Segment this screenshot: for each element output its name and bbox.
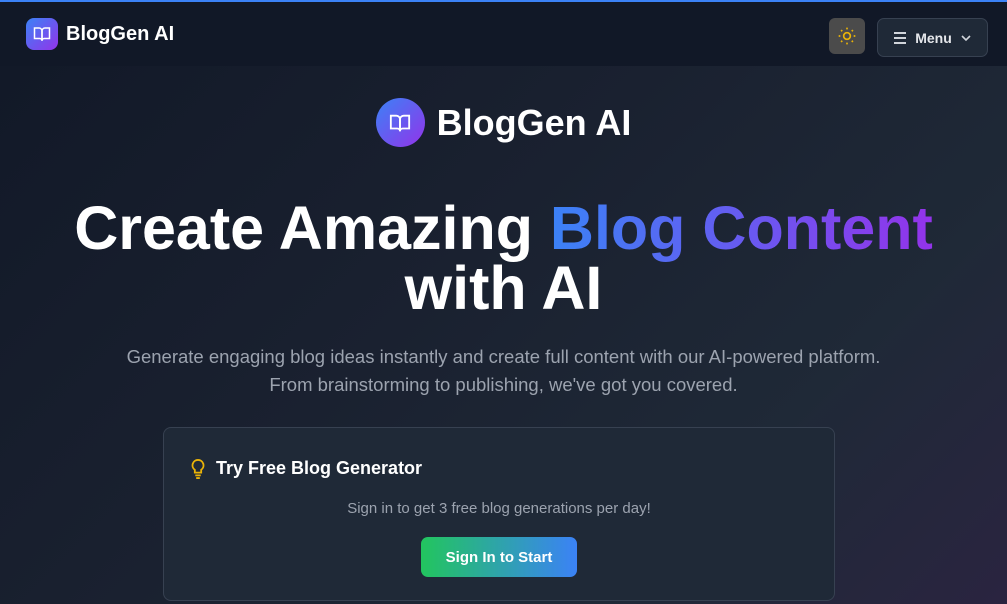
- lightbulb-icon: [191, 458, 205, 479]
- hero-logo: BlogGen AI: [0, 98, 1007, 147]
- book-open-icon: [375, 98, 425, 147]
- top-nav: BlogGen AI Menu: [0, 2, 1007, 66]
- theme-toggle-button[interactable]: [829, 18, 865, 54]
- hamburger-icon: [894, 31, 907, 44]
- sun-icon: [838, 27, 856, 45]
- menu-label: Menu: [915, 29, 952, 46]
- book-open-icon[interactable]: [26, 18, 58, 50]
- title-part2: with AI: [404, 254, 603, 322]
- title-part1: Create Amazing: [74, 194, 550, 262]
- menu-button[interactable]: Menu: [877, 18, 988, 57]
- hero-brand: BlogGen AI: [436, 101, 632, 143]
- sign-in-button[interactable]: Sign In to Start: [421, 537, 577, 577]
- hero-subtitle: Generate engaging blog ideas instantly a…: [126, 346, 881, 395]
- free-generator-card: Try Free Blog Generator Sign in to get 3…: [163, 427, 835, 601]
- chevron-down-icon: [961, 34, 971, 41]
- card-text: Sign in to get 3 free blog generations p…: [347, 500, 651, 517]
- title-highlight: Blog Content: [549, 194, 933, 262]
- hero-title: Create Amazing Blog Content with AI: [0, 198, 1007, 319]
- nav-brand[interactable]: BlogGen AI: [66, 23, 174, 46]
- card-title: Try Free Blog Generator: [216, 458, 423, 478]
